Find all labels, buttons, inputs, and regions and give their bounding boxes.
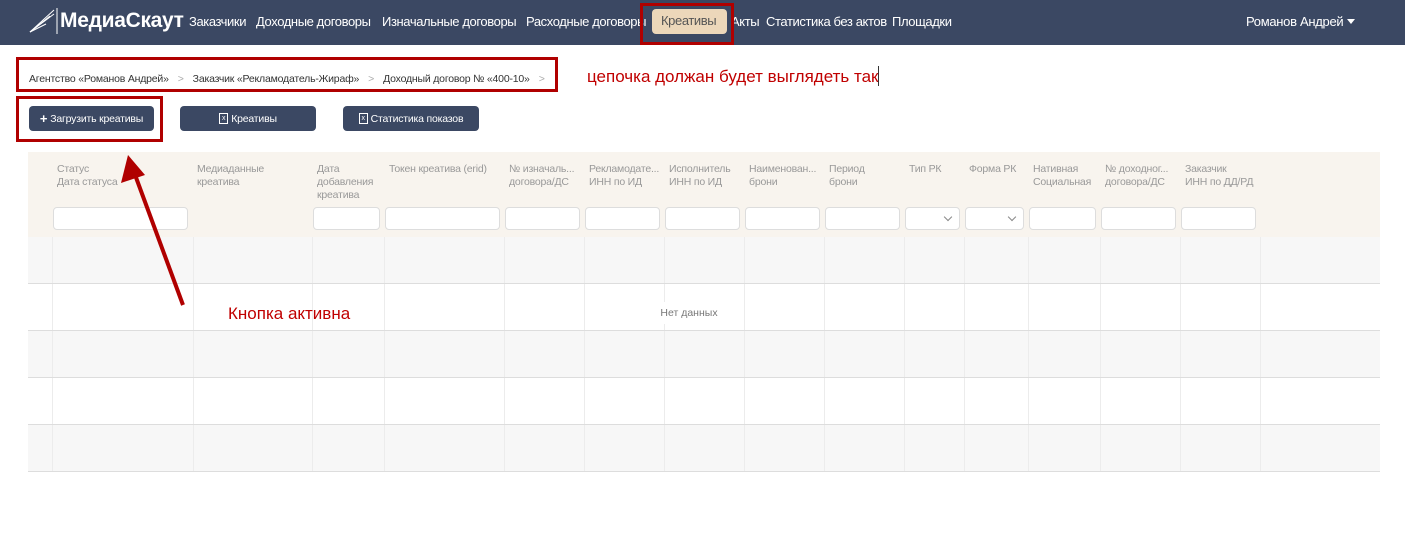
annotation-button-active: Кнопка активна bbox=[228, 304, 351, 323]
annotation-arrow bbox=[121, 155, 185, 306]
